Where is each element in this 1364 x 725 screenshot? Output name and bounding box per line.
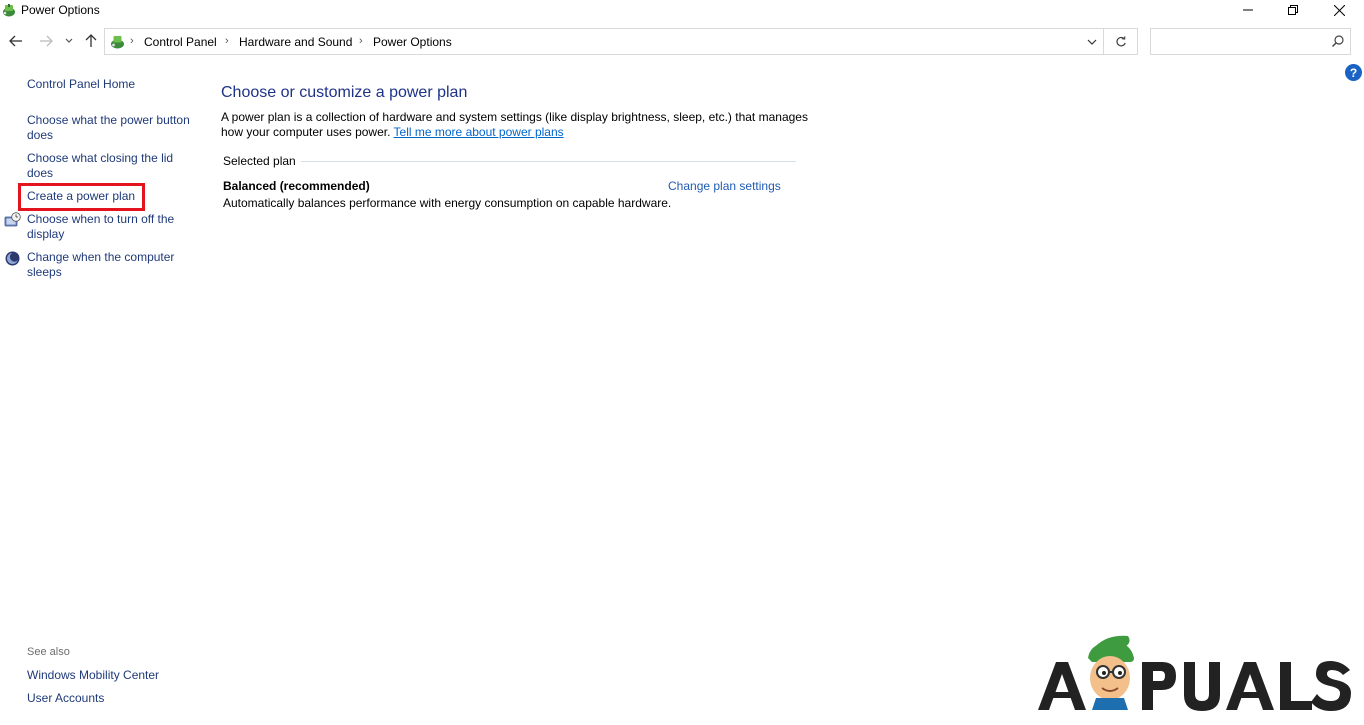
selected-plan-label: Selected plan <box>223 154 301 168</box>
arrow-up-icon <box>85 34 97 47</box>
forward-button[interactable] <box>36 30 56 52</box>
see-also-heading: See also <box>27 646 70 658</box>
user-accounts-link[interactable]: User Accounts <box>27 691 104 705</box>
breadcrumb-separator-icon: › <box>225 35 229 47</box>
refresh-icon <box>1115 35 1126 46</box>
chevron-down-icon <box>1087 39 1097 45</box>
minimize-button[interactable] <box>1225 0 1271 20</box>
sleep-settings-link[interactable]: Change when the computer sleeps <box>27 250 197 280</box>
appuals-logo <box>1038 635 1351 711</box>
create-power-plan-link[interactable]: Create a power plan <box>27 189 197 204</box>
page-title: Choose or customize a power plan <box>221 84 468 101</box>
group-divider <box>300 161 796 162</box>
address-bar[interactable]: › Control Panel › Hardware and Sound › P… <box>104 28 1104 55</box>
search-box[interactable] <box>1150 28 1351 55</box>
breadcrumb-separator-icon: › <box>130 35 134 47</box>
navigation-bar: › Control Panel › Hardware and Sound › P… <box>0 26 1364 56</box>
power-button-settings-link[interactable]: Choose what the power button does <box>27 113 197 143</box>
plan-description: Automatically balances performance with … <box>223 196 672 210</box>
arrow-right-icon <box>40 35 53 47</box>
learn-more-link[interactable]: Tell me more about power plans <box>394 125 564 139</box>
close-icon <box>1333 4 1345 16</box>
up-button[interactable] <box>81 30 101 52</box>
arrow-left-icon <box>9 35 22 47</box>
plan-name: Balanced (recommended) <box>223 179 370 193</box>
address-history-button[interactable] <box>1081 30 1103 53</box>
help-icon[interactable]: ? <box>1345 64 1362 81</box>
restore-button[interactable] <box>1270 0 1316 20</box>
breadcrumb-control-panel[interactable]: Control Panel <box>144 35 217 49</box>
search-input[interactable] <box>1155 33 1325 51</box>
window-title: Power Options <box>21 3 100 17</box>
back-button[interactable] <box>6 30 26 52</box>
recent-locations-button[interactable] <box>61 30 77 52</box>
minimize-icon <box>1243 9 1253 11</box>
breadcrumb-hardware-and-sound[interactable]: Hardware and Sound <box>239 35 352 49</box>
power-options-icon <box>3 4 15 17</box>
windows-mobility-center-link[interactable]: Windows Mobility Center <box>27 668 159 682</box>
search-icon[interactable] <box>1331 34 1345 48</box>
close-button[interactable] <box>1316 0 1362 20</box>
chevron-down-icon <box>65 38 73 43</box>
page-description: A power plan is a collection of hardware… <box>221 110 811 140</box>
control-panel-home-link[interactable]: Control Panel Home <box>27 77 197 92</box>
refresh-button[interactable] <box>1104 28 1138 55</box>
control-panel-icon <box>111 36 124 49</box>
monitor-clock-icon <box>4 212 21 227</box>
breadcrumb-separator-icon: › <box>359 35 363 47</box>
moon-icon <box>5 251 20 266</box>
breadcrumb-power-options[interactable]: Power Options <box>373 35 452 49</box>
restore-icon <box>1288 5 1298 15</box>
title-bar: Power Options <box>0 0 1364 22</box>
lid-closing-settings-link[interactable]: Choose what closing the lid does <box>27 151 197 181</box>
change-plan-settings-link[interactable]: Change plan settings <box>668 179 781 193</box>
display-off-settings-link[interactable]: Choose when to turn off the display <box>27 212 197 242</box>
